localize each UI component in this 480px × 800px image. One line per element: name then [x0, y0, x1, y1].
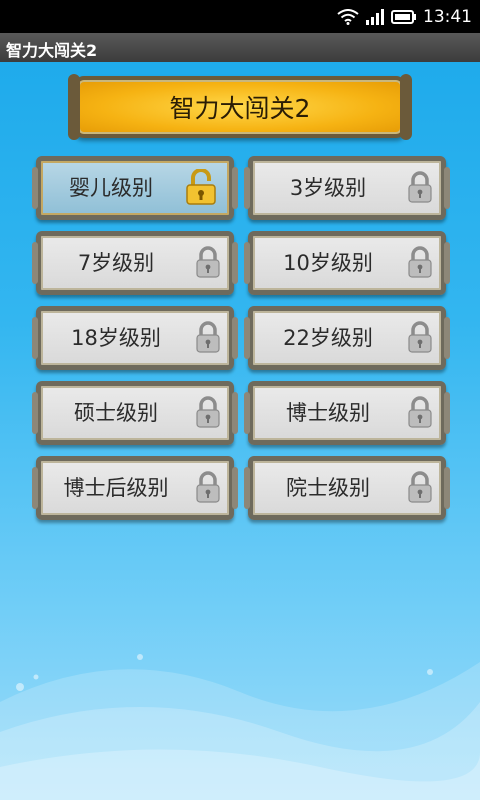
padlock-icon — [196, 396, 220, 428]
level-button-3-years[interactable]: 3岁级别 — [244, 156, 450, 220]
level-label: 3岁级别 — [289, 176, 367, 200]
level-label: 22岁级别 — [283, 326, 373, 350]
app-title: 智力大闯关2 — [6, 41, 98, 60]
game-title-banner: 智力大闯关2 — [68, 74, 412, 140]
level-button-18-years[interactable]: 18岁级别 — [32, 306, 238, 370]
level-label: 院士级别 — [286, 476, 370, 500]
battery-icon — [391, 9, 416, 24]
level-button-masters[interactable]: 硕士级别 — [32, 381, 238, 445]
level-button-academician[interactable]: 院士级别 — [244, 456, 450, 520]
status-bar: 13:41 — [0, 0, 480, 33]
banner-title: 智力大闯关2 — [169, 94, 311, 123]
level-select-screen: 智力大闯关2 婴儿级别 3岁级别 7岁级别 10岁级别 18岁级别 22岁级别 … — [0, 62, 480, 800]
padlock-icon — [196, 246, 220, 278]
signal-icon — [366, 8, 384, 25]
padlock-icon — [408, 396, 432, 428]
wifi-icon — [337, 8, 359, 25]
level-label: 7岁级别 — [77, 251, 155, 275]
app-bar: 智力大闯关2 — [0, 33, 480, 62]
padlock-icon — [408, 321, 432, 353]
level-label: 硕士级别 — [74, 401, 158, 425]
level-button-postdoc[interactable]: 博士后级别 — [32, 456, 238, 520]
level-button-22-years[interactable]: 22岁级别 — [244, 306, 450, 370]
level-button-baby[interactable]: 婴儿级别 — [32, 156, 238, 220]
padlock-icon — [408, 471, 432, 503]
level-button-7-years[interactable]: 7岁级别 — [32, 231, 238, 295]
level-button-10-years[interactable]: 10岁级别 — [244, 231, 450, 295]
level-button-doctorate[interactable]: 博士级别 — [244, 381, 450, 445]
status-icons: 13:41 — [337, 0, 472, 33]
unlocked-padlock-icon — [186, 169, 216, 205]
water-wave-decoration — [0, 654, 480, 800]
padlock-icon — [196, 471, 220, 503]
banner-left-cap — [68, 74, 80, 140]
level-label: 博士后级别 — [63, 476, 169, 500]
padlock-icon — [196, 321, 220, 353]
level-label: 博士级别 — [286, 401, 370, 425]
level-label: 婴儿级别 — [69, 176, 153, 200]
level-label: 10岁级别 — [283, 251, 373, 275]
banner-right-cap — [400, 74, 412, 140]
padlock-icon — [408, 171, 432, 203]
level-label: 18岁级别 — [71, 326, 161, 350]
padlock-icon — [408, 246, 432, 278]
status-time: 13:41 — [423, 6, 472, 27]
